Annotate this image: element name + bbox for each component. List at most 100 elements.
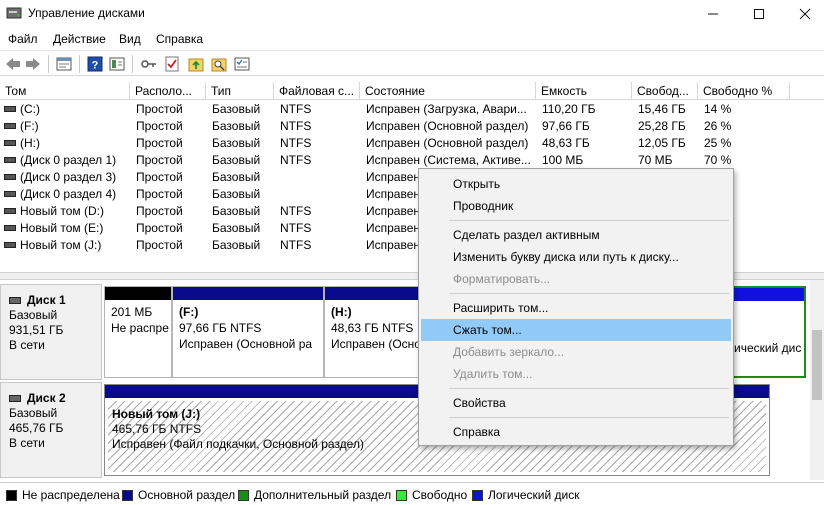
table-cell: 100 МБ bbox=[542, 153, 584, 167]
settings-icon bbox=[234, 57, 250, 71]
window-title: Управление дисками bbox=[28, 6, 145, 20]
column-header-spacer bbox=[790, 82, 824, 100]
volume-name: Новый том (E:) bbox=[20, 221, 104, 235]
volume-name: (F:) bbox=[20, 119, 39, 133]
table-cell: 15,46 ГБ bbox=[638, 102, 686, 116]
minimize-icon bbox=[708, 13, 718, 15]
menu-view[interactable]: Вид bbox=[119, 32, 141, 46]
forward-button[interactable] bbox=[24, 55, 42, 73]
volume-name-cell[interactable]: (Диск 0 раздел 4) bbox=[4, 186, 130, 203]
table-cell: 25 % bbox=[704, 136, 732, 150]
column-header-type[interactable]: Тип bbox=[206, 82, 274, 100]
menu-file[interactable]: Файл bbox=[8, 32, 38, 46]
table-cell: Простой bbox=[136, 119, 183, 133]
menu-item-properties[interactable]: Свойства bbox=[421, 392, 731, 414]
volume-name: (C:) bbox=[20, 102, 40, 116]
connect-button[interactable] bbox=[140, 55, 158, 73]
column-header-capacity[interactable]: Емкость bbox=[536, 82, 632, 100]
menu-item-help[interactable]: Справка bbox=[421, 421, 731, 443]
partition-size: 465,76 ГБ NTFS bbox=[112, 422, 202, 436]
disk-2-title: Диск 2 bbox=[27, 391, 66, 405]
volume-name-cell[interactable]: Новый том (D:) bbox=[4, 203, 130, 220]
volume-name: Новый том (D:) bbox=[20, 204, 104, 218]
menu-item-format: Форматировать... bbox=[453, 272, 551, 286]
menu-item-explorer[interactable]: Проводник bbox=[421, 195, 731, 217]
disk-2-label[interactable]: Диск 2 Базовый 465,76 ГБ В сети bbox=[0, 382, 102, 478]
maximize-button[interactable] bbox=[736, 0, 782, 28]
volume-name-cell[interactable]: (Диск 0 раздел 1) bbox=[4, 152, 130, 169]
partition-status: Исправен (Осно bbox=[331, 337, 421, 351]
disk-2-name: Диск 2 bbox=[9, 391, 101, 406]
partition-color-bar bbox=[105, 287, 171, 300]
volume-icon bbox=[4, 105, 16, 112]
checklist-icon bbox=[165, 56, 179, 72]
partition-name: (F:) bbox=[179, 305, 199, 319]
volume-name-cell[interactable]: (Диск 0 раздел 3) bbox=[4, 169, 130, 186]
table-cell: 97,66 ГБ bbox=[542, 119, 590, 133]
volume-icon bbox=[4, 241, 16, 248]
search-folder-button[interactable] bbox=[210, 55, 228, 73]
menu-item-change-drive-letter[interactable]: Изменить букву диска или путь к диску... bbox=[421, 246, 731, 268]
partition-unallocated[interactable]: 201 МБ Не распре bbox=[104, 286, 172, 378]
toolbar-separator bbox=[132, 55, 133, 73]
disk-1-label[interactable]: Диск 1 Базовый 931,51 ГБ В сети bbox=[0, 284, 102, 380]
volume-name-cell[interactable]: (F:) bbox=[4, 118, 130, 135]
close-button[interactable] bbox=[782, 0, 824, 28]
table-cell: 70 МБ bbox=[638, 153, 673, 167]
legend-swatch bbox=[396, 489, 407, 501]
view-button[interactable] bbox=[108, 55, 126, 73]
scrollbar-thumb[interactable] bbox=[812, 330, 822, 400]
volume-name: (Диск 0 раздел 1) bbox=[20, 153, 117, 167]
menu-item-extend-volume[interactable]: Расширить том... bbox=[421, 297, 731, 319]
partition-logical[interactable]: ический дис bbox=[728, 286, 806, 378]
partition-h[interactable]: (H:) 48,63 ГБ NTFS Исправен (Осно bbox=[324, 286, 422, 378]
menu-item-mark-active[interactable]: Сделать раздел активным bbox=[421, 224, 731, 246]
help-button[interactable]: ? bbox=[86, 55, 104, 73]
table-cell: NTFS bbox=[280, 102, 312, 116]
settings-button[interactable] bbox=[233, 55, 251, 73]
table-cell: Простой bbox=[136, 170, 183, 184]
table-cell: Базовый bbox=[212, 136, 261, 150]
table-cell bbox=[280, 186, 360, 203]
menu-action[interactable]: Действие bbox=[53, 32, 106, 46]
help-icon: ? bbox=[87, 56, 103, 72]
partition-name: (H:) bbox=[331, 305, 352, 319]
back-button[interactable] bbox=[4, 55, 22, 73]
column-header-filesystem[interactable]: Файловая с... bbox=[274, 82, 360, 100]
menu-item-open[interactable]: Открыть bbox=[421, 173, 731, 195]
partition-status: Исправен (Файл подкачки, Основной раздел… bbox=[112, 437, 364, 451]
volume-name-cell[interactable]: (C:) bbox=[4, 101, 130, 118]
column-header-free-space[interactable]: Свобод... bbox=[632, 82, 698, 100]
table-cell: Базовый bbox=[212, 170, 261, 184]
legend-swatch bbox=[238, 489, 249, 501]
volume-name-cell[interactable]: Новый том (E:) bbox=[4, 220, 130, 237]
partition-info: Новый том (J:) 465,76 ГБ NTFS Исправен (… bbox=[112, 407, 364, 452]
column-header-percent-free[interactable]: Свободно % bbox=[698, 82, 790, 100]
column-header-layout[interactable]: Располо... bbox=[130, 82, 206, 100]
menu-help[interactable]: Справка bbox=[156, 32, 203, 46]
close-icon bbox=[799, 8, 811, 20]
partition-f[interactable]: (F:) 97,66 ГБ NTFS Исправен (Основной ра bbox=[172, 286, 324, 378]
menu-item-shrink-volume[interactable]: Сжать том... bbox=[421, 319, 731, 341]
folder-up-button[interactable] bbox=[187, 55, 205, 73]
table-cell: NTFS bbox=[280, 119, 312, 133]
minimize-button[interactable] bbox=[690, 0, 736, 28]
table-cell: 48,63 ГБ bbox=[542, 136, 590, 150]
folder-up-icon bbox=[188, 58, 204, 72]
legend-label: Логический диск bbox=[488, 488, 580, 502]
table-cell: Простой bbox=[136, 153, 183, 167]
column-header-volume[interactable]: Том bbox=[0, 82, 130, 100]
properties-button[interactable] bbox=[55, 55, 73, 73]
volume-name-cell[interactable]: (H:) bbox=[4, 135, 130, 152]
checklist-button[interactable] bbox=[163, 55, 181, 73]
legend-swatch bbox=[122, 489, 133, 501]
table-cell: Простой bbox=[136, 204, 183, 218]
partition-info: ический дис bbox=[734, 340, 801, 356]
volume-name-cell[interactable]: Новый том (J:) bbox=[4, 237, 130, 254]
column-header-status[interactable]: Состояние bbox=[360, 82, 536, 100]
volume-icon bbox=[4, 156, 16, 163]
graphical-view-scrollbar[interactable] bbox=[810, 280, 824, 480]
table-cell: Базовый bbox=[212, 238, 261, 252]
volume-icon bbox=[4, 139, 16, 146]
partition-info: 201 МБ Не распре bbox=[111, 304, 169, 336]
